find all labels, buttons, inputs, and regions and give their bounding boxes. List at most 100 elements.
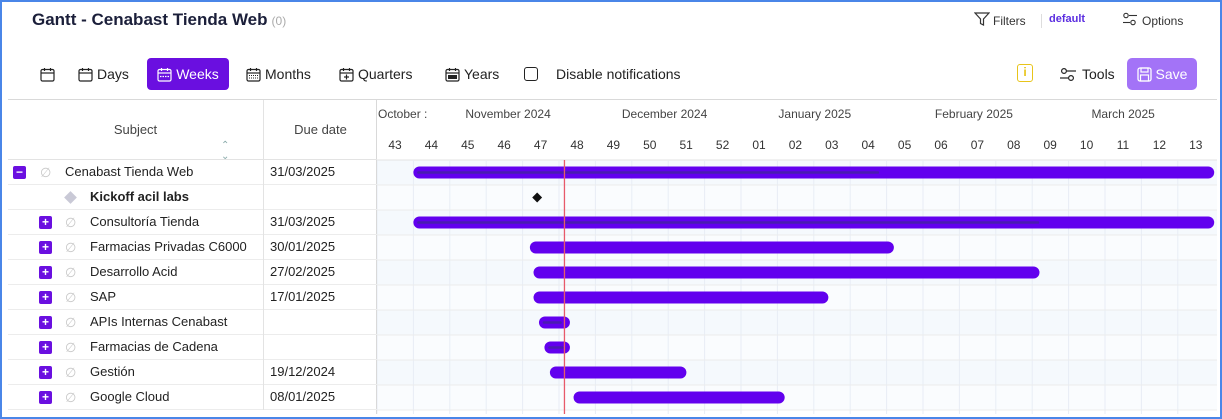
task-row[interactable]: − ∅ Cenabast Tienda Web 31/03/2025	[8, 160, 377, 185]
task-row[interactable]: + ∅ Farmacias Privadas C6000 30/01/2025	[8, 235, 377, 260]
task-row[interactable]: + ∅ Consultoría Tienda 31/03/2025	[8, 210, 377, 235]
no-assignee-icon: ∅	[65, 365, 77, 380]
task-due-date	[264, 185, 377, 210]
no-assignee-icon: ∅	[65, 390, 77, 405]
week-label: 11	[1116, 138, 1130, 152]
disable-notifications-checkbox[interactable]: Disable notifications	[520, 58, 685, 90]
timeline-row-bg	[377, 310, 1217, 335]
calendar-week-icon	[157, 67, 172, 82]
scale-quarters-button[interactable]: Quarters	[335, 58, 416, 90]
task-due-date: 31/03/2025	[270, 214, 336, 229]
no-assignee-icon: ∅	[65, 240, 77, 255]
page-title: Gantt - Cenabast Tienda Web (0)	[32, 10, 286, 30]
today-calendar-button[interactable]	[36, 58, 59, 90]
scale-years-button[interactable]: Years	[441, 58, 503, 90]
task-bar[interactable]	[573, 391, 785, 404]
expand-icon[interactable]: +	[39, 391, 52, 404]
task-subject-label: Farmacias de Cadena	[90, 339, 218, 354]
week-label: 51	[679, 138, 693, 152]
week-label: 04	[861, 138, 875, 152]
task-subject-cell[interactable]: + ∅ SAP	[8, 285, 264, 310]
week-label: 48	[570, 138, 584, 152]
expand-icon[interactable]: +	[39, 341, 52, 354]
task-subject-label: APIs Internas Cenabast	[90, 314, 228, 329]
task-subject-label: Cenabast Tienda Web	[65, 164, 194, 179]
task-subject-cell[interactable]: + ∅ Consultoría Tienda	[8, 210, 264, 235]
scale-weeks-button[interactable]: Weeks	[147, 58, 229, 90]
task-subject-cell[interactable]: + ∅ Farmacias Privadas C6000	[8, 235, 264, 260]
sliders-icon	[1121, 12, 1139, 29]
save-button[interactable]: Save	[1127, 58, 1197, 90]
task-subject-cell[interactable]: − ∅ Cenabast Tienda Web	[8, 160, 264, 185]
expand-icon[interactable]: +	[39, 241, 52, 254]
week-label: 09	[1043, 138, 1057, 152]
collapse-icon[interactable]: −	[13, 166, 26, 179]
task-row[interactable]: Kickoff acil labs	[8, 185, 377, 210]
week-label: 45	[461, 138, 475, 152]
timeline-row-bg	[377, 385, 1217, 410]
expand-icon[interactable]: +	[39, 366, 52, 379]
column-header-subject[interactable]: Subject ⌃ ⌄	[8, 100, 264, 162]
no-assignee-icon: ∅	[65, 340, 77, 355]
scale-years-label: Years	[464, 66, 500, 82]
task-subject-cell[interactable]: Kickoff acil labs	[8, 185, 264, 210]
save-label: Save	[1155, 66, 1188, 82]
task-bar[interactable]	[533, 266, 1040, 279]
task-due-date: 08/01/2025	[270, 389, 336, 404]
calendar-day-icon	[78, 67, 93, 82]
task-row[interactable]: + ∅ Google Cloud 08/01/2025	[8, 385, 377, 410]
expand-icon[interactable]: +	[39, 216, 52, 229]
task-subject-label: Google Cloud	[90, 389, 170, 404]
expand-icon[interactable]: +	[39, 266, 52, 279]
no-assignee-icon: ∅	[65, 265, 77, 280]
checkbox-box[interactable]	[524, 67, 538, 81]
disable-notifications-label: Disable notifications	[556, 66, 681, 82]
expand-icon[interactable]: +	[39, 291, 52, 304]
info-icon[interactable]: i	[1017, 64, 1033, 82]
filters-button[interactable]: Filters	[973, 12, 1026, 29]
no-assignee-icon: ∅	[40, 165, 52, 180]
month-label: November 2024	[465, 107, 551, 121]
task-subject-cell[interactable]: + ∅ Gestión	[8, 360, 264, 385]
calendar-month-icon	[246, 67, 261, 82]
week-label: 50	[643, 138, 657, 152]
task-subject-cell[interactable]: + ∅ Desarrollo Acid	[8, 260, 264, 285]
sort-icon[interactable]: ⌃ ⌄	[221, 140, 229, 162]
filter-icon	[973, 12, 991, 29]
task-row[interactable]: + ∅ Gestión 19/12/2024	[8, 360, 377, 385]
task-row[interactable]: + ∅ Desarrollo Acid 27/02/2025	[8, 260, 377, 285]
calendar-year-icon	[445, 67, 460, 82]
options-button[interactable]: Options	[1121, 12, 1183, 29]
task-bar[interactable]	[549, 366, 687, 379]
default-view-link[interactable]: default	[1049, 13, 1085, 25]
column-header-subject-label: Subject	[113, 122, 158, 137]
timeline-row-bg	[377, 335, 1217, 360]
gantt-grid: Subject ⌃ ⌄ Due date − ∅ Cenabast Tienda We…	[8, 99, 1217, 414]
week-label: 12	[1152, 138, 1167, 152]
scale-months-button[interactable]: Months	[242, 58, 315, 90]
month-label: January 2025	[778, 107, 852, 121]
task-due-date: 30/01/2025	[270, 239, 336, 254]
month-label: October :	[378, 107, 428, 121]
timeline-row-bg	[377, 360, 1217, 385]
task-row[interactable]: + ∅ SAP 17/01/2025	[8, 285, 377, 310]
task-row[interactable]: + ∅ APIs Internas Cenabast	[8, 310, 377, 335]
column-header-due-date[interactable]: Due date	[264, 100, 377, 160]
task-bar[interactable]	[533, 291, 829, 304]
task-due-date: 19/12/2024	[270, 364, 336, 379]
week-label: 52	[715, 138, 730, 152]
task-due-date: 17/01/2025	[270, 289, 336, 304]
task-subject-cell[interactable]: + ∅ Google Cloud	[8, 385, 264, 410]
tools-button[interactable]: Tools	[1054, 58, 1119, 90]
task-subject-label: SAP	[90, 289, 117, 304]
save-icon	[1136, 66, 1152, 82]
week-label: 06	[934, 138, 948, 152]
scale-days-button[interactable]: Days	[74, 58, 133, 90]
expand-icon[interactable]: +	[39, 316, 52, 329]
task-subject-cell[interactable]: + ∅ Farmacias de Cadena	[8, 335, 264, 360]
task-subject-cell[interactable]: + ∅ APIs Internas Cenabast	[8, 310, 264, 335]
task-row[interactable]: + ∅ Farmacias de Cadena	[8, 335, 377, 360]
task-bar[interactable]	[529, 241, 894, 254]
tools-label: Tools	[1082, 66, 1115, 82]
header: Gantt - Cenabast Tienda Web (0) Filters d…	[2, 2, 1220, 44]
